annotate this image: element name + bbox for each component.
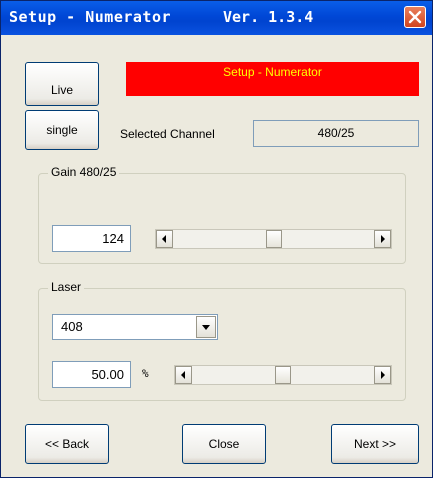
live-button[interactable]: Live — [25, 62, 99, 106]
gain-slider-left-button[interactable] — [156, 230, 173, 248]
laser-wavelength-dropdown-button[interactable] — [196, 316, 216, 338]
laser-power-slider[interactable] — [174, 365, 392, 385]
gain-input[interactable]: 124 — [52, 225, 131, 252]
next-button[interactable]: Next >> — [331, 424, 419, 464]
gain-slider-right-button[interactable] — [374, 230, 391, 248]
status-banner: Setup - Numerator — [126, 62, 419, 96]
laser-wavelength-select[interactable]: 408 — [52, 314, 218, 340]
gain-slider[interactable] — [155, 229, 392, 249]
close-button[interactable]: Close — [182, 424, 266, 464]
next-button-label: Next >> — [353, 437, 397, 451]
laser-slider-left-button[interactable] — [175, 366, 192, 384]
laser-power-input[interactable]: 50.00 — [52, 361, 131, 388]
arrow-right-icon — [381, 235, 385, 243]
window-version: Ver. 1.3.4 — [223, 8, 314, 26]
gain-group-title: Gain 480/25 — [48, 165, 120, 179]
gain-slider-thumb[interactable] — [266, 230, 282, 248]
back-button-label: << Back — [44, 437, 90, 451]
laser-group-title: Laser — [48, 280, 85, 294]
window-title: Setup - Numerator — [9, 8, 172, 26]
chevron-down-icon — [202, 325, 210, 330]
arrow-left-icon — [181, 371, 185, 379]
single-button-label: single — [46, 123, 78, 137]
close-button-label: Close — [208, 437, 240, 451]
title-bar[interactable]: Setup - Numerator Ver. 1.3.4 — [1, 1, 432, 35]
setup-window: Setup - Numerator Ver. 1.3.4 Live single… — [0, 0, 433, 478]
arrow-left-icon — [162, 235, 166, 243]
live-button-label: Live — [50, 83, 73, 97]
laser-slider-thumb[interactable] — [275, 366, 291, 384]
close-icon — [408, 10, 422, 24]
arrow-right-icon — [381, 371, 385, 379]
laser-wavelength-value: 408 — [61, 319, 83, 334]
close-window-button[interactable] — [404, 6, 426, 28]
laser-slider-right-button[interactable] — [374, 366, 391, 384]
selected-channel-value: 480/25 — [253, 120, 419, 147]
back-button[interactable]: << Back — [25, 424, 109, 464]
selected-channel-label: Selected Channel — [120, 127, 215, 141]
percent-unit-label: % — [142, 367, 149, 380]
single-button[interactable]: single — [25, 110, 99, 150]
